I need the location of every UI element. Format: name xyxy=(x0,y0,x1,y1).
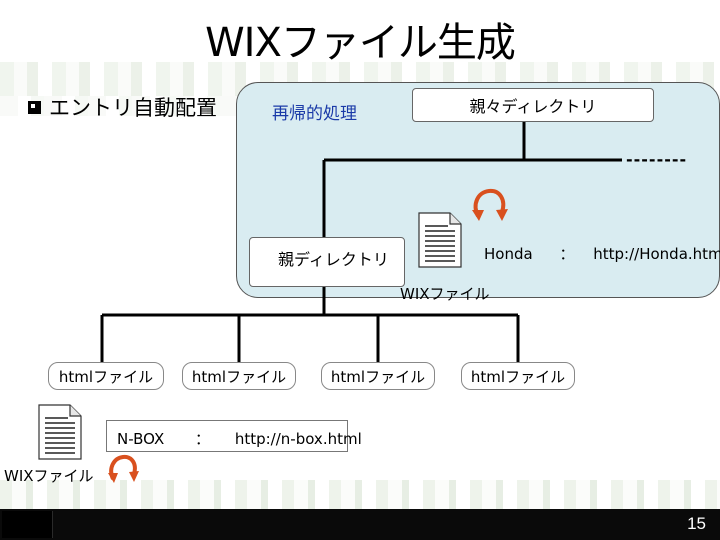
html-file-label: htmlファイル xyxy=(470,367,566,386)
html-file-box: htmlファイル xyxy=(461,362,575,390)
page-number: 15 xyxy=(687,514,706,533)
document-icon xyxy=(38,404,82,460)
nbox-name: N-BOX xyxy=(117,430,165,448)
html-file-box: htmlファイル xyxy=(321,362,435,390)
html-file-label: htmlファイル xyxy=(58,367,154,386)
honda-separator: ： xyxy=(559,245,575,263)
document-icon xyxy=(418,212,462,268)
honda-name: Honda xyxy=(484,245,533,263)
html-file-box: htmlファイル xyxy=(182,362,296,390)
html-file-label: htmlファイル xyxy=(330,367,426,386)
cycle-arrow-icon xyxy=(472,188,508,221)
truncated-branch: -------- xyxy=(626,150,688,169)
html-file-label: htmlファイル xyxy=(191,367,287,386)
honda-entry: Honda ： http://Honda.html xyxy=(484,243,720,264)
nbox-entry: N-BOX ： http://n-box.html xyxy=(117,428,362,449)
wix-file-label: WIXファイル xyxy=(4,467,94,485)
wix-file-label: WIXファイル xyxy=(400,285,490,303)
cycle-arrow-icon xyxy=(108,454,139,483)
honda-link: http://Honda.html xyxy=(593,245,720,263)
nbox-link: http://n-box.html xyxy=(234,430,362,448)
nbox-separator: ： xyxy=(195,430,211,448)
html-file-box: htmlファイル xyxy=(48,362,164,390)
parent-directory-box: 親ディレクトリ xyxy=(249,237,405,287)
parent-directory-label: 親ディレクトリ xyxy=(278,250,389,269)
